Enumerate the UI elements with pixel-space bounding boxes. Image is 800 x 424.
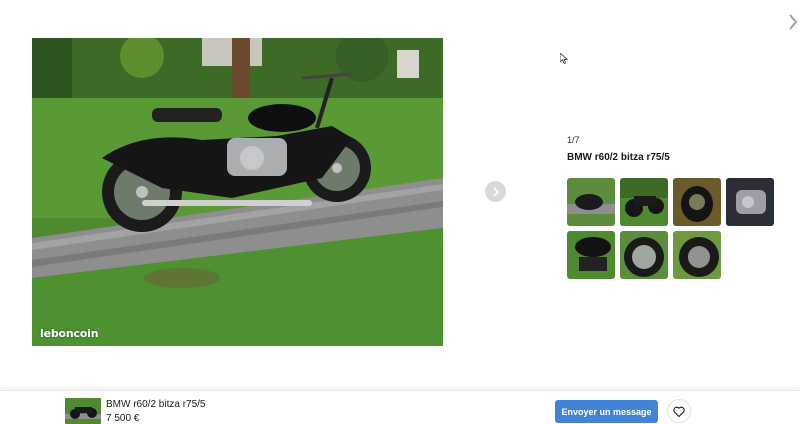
thumbnail[interactable] <box>726 178 774 226</box>
ad-title: BMW r60/2 bitza r75/5 <box>106 399 206 410</box>
thumbnail[interactable] <box>620 231 668 279</box>
leboncoin-watermark: leboncoin <box>40 327 99 340</box>
thumbnail[interactable] <box>567 178 615 226</box>
thumbnail-grid <box>567 178 777 279</box>
gallery-title: BMW r60/2 bitza r75/5 <box>567 152 670 163</box>
send-message-button[interactable]: Envoyer un message <box>555 400 658 423</box>
favorite-button[interactable] <box>667 399 691 423</box>
thumbnail[interactable] <box>620 178 668 226</box>
next-photo-button[interactable] <box>485 181 506 202</box>
chevron-right-icon <box>492 186 499 197</box>
thumbnail[interactable] <box>673 178 721 226</box>
ad-thumbnail[interactable] <box>65 398 101 424</box>
mouse-pointer-icon <box>559 51 569 65</box>
thumbnail[interactable] <box>567 231 615 279</box>
photo-counter: 1/7 <box>567 135 580 145</box>
gallery-viewer: leboncoin 1/7 BMW r60/2 bitza r75/5 BMW … <box>0 0 800 424</box>
heart-icon <box>673 406 685 417</box>
main-photo: leboncoin <box>32 38 443 346</box>
thumbnail[interactable] <box>673 231 721 279</box>
chevron-right-icon[interactable] <box>786 12 800 32</box>
ad-price: 7 500 € <box>106 413 140 424</box>
ad-summary-bar: BMW r60/2 bitza r75/5 7 500 € Envoyer un… <box>0 390 800 424</box>
